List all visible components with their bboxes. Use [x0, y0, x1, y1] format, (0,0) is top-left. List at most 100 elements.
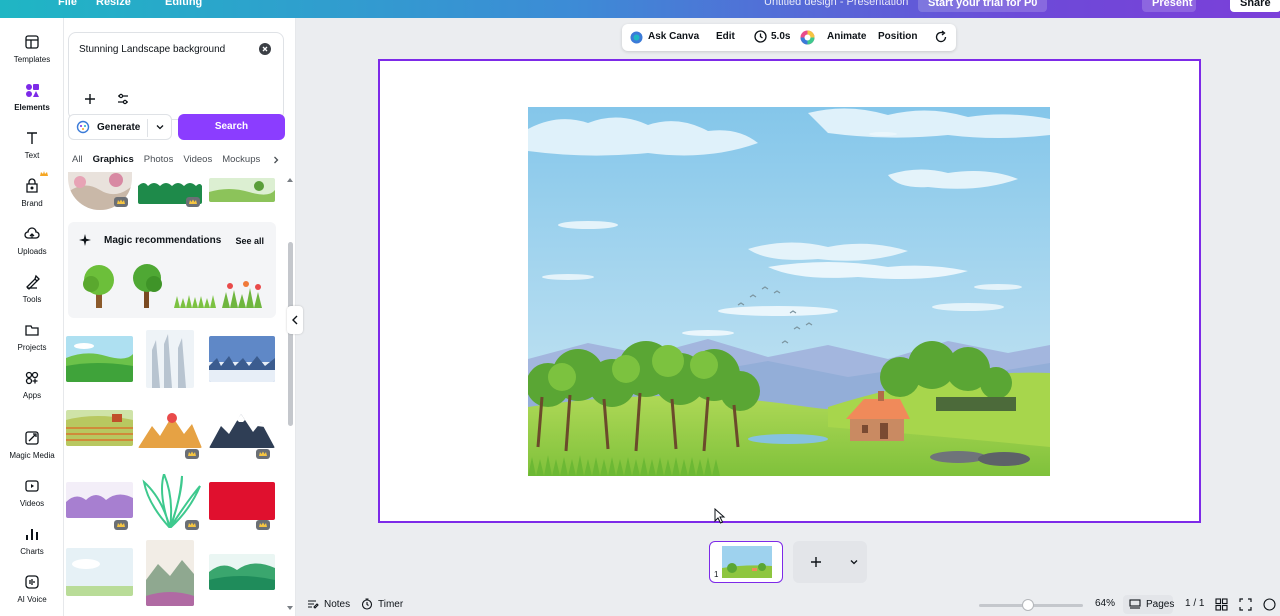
zoom-slider-handle[interactable] — [1022, 599, 1034, 611]
text-icon — [27, 132, 37, 144]
chevron-right-icon[interactable] — [271, 155, 281, 165]
tab-mockups[interactable]: Mockups — [222, 154, 260, 168]
graphic-result[interactable] — [209, 336, 275, 382]
grid-view-icon[interactable] — [1215, 598, 1228, 611]
zoom-level[interactable]: 64% — [1095, 598, 1115, 609]
chevron-down-icon[interactable] — [155, 122, 165, 132]
share-button[interactable]: Share — [1230, 0, 1280, 12]
resize-button[interactable]: Resize — [96, 0, 131, 8]
edit-button[interactable]: Edit — [716, 31, 735, 42]
rail-item-projects[interactable]: Projects — [0, 318, 64, 362]
elements-panel: Stunning Landscape background Generate S… — [64, 18, 296, 616]
graphic-result[interactable] — [209, 482, 275, 520]
color-wheel-icon[interactable] — [800, 30, 815, 45]
pages-toggle[interactable]: Pages — [1129, 598, 1174, 610]
filter-icon[interactable] — [116, 92, 130, 106]
rail-label: Elements — [14, 103, 50, 112]
add-page-button[interactable] — [793, 541, 867, 583]
rail-label: AI Voice — [17, 595, 47, 604]
generate-label: Generate — [97, 121, 141, 133]
tree-graphic[interactable] — [78, 262, 120, 310]
rail-item-templates[interactable]: Templates — [0, 30, 64, 74]
rail-item-apps[interactable]: Apps — [0, 366, 64, 410]
page-thumbnail[interactable]: 1 — [709, 541, 783, 583]
premium-crown-badge — [186, 197, 200, 207]
tab-videos[interactable]: Videos — [183, 154, 212, 168]
rail-label: Apps — [22, 391, 42, 400]
rail-item-text[interactable]: Text — [0, 126, 64, 170]
graphic-result[interactable] — [66, 482, 133, 518]
rail-item-ai-voice[interactable]: AI Voice — [0, 570, 64, 614]
position-button[interactable]: Position — [878, 31, 917, 42]
fullscreen-icon[interactable] — [1239, 598, 1252, 611]
search-button[interactable]: Search — [178, 114, 285, 140]
add-icon[interactable] — [83, 92, 97, 106]
notes-icon — [308, 600, 319, 609]
rail-label: Brand — [21, 199, 43, 208]
refresh-comment-icon[interactable] — [934, 30, 948, 44]
graphic-result[interactable] — [146, 540, 194, 606]
graphic-result[interactable] — [66, 336, 133, 382]
tab-graphics[interactable]: Graphics — [93, 154, 134, 168]
rail-label: Uploads — [17, 247, 47, 256]
document-title[interactable]: Untitled design - Presentation — [764, 0, 908, 8]
duration-button[interactable]: 5.0s — [771, 31, 790, 42]
graphic-result[interactable] — [209, 554, 275, 590]
rail-item-brand[interactable]: Brand — [0, 171, 64, 218]
scroll-down-arrow-icon[interactable] — [286, 604, 294, 612]
tree-graphic[interactable] — [126, 262, 168, 310]
page-count: 1 / 1 — [1185, 598, 1205, 609]
side-rail: Templates Elements Text Brand Uploads To… — [0, 18, 64, 616]
landscape-background-image[interactable] — [528, 107, 1050, 476]
graphic-result[interactable] — [209, 410, 275, 448]
elements-icon — [26, 84, 39, 97]
see-all-link[interactable]: See all — [235, 236, 264, 246]
graphic-result[interactable] — [209, 178, 275, 202]
collapse-panel-button[interactable] — [287, 306, 303, 334]
rail-label: Text — [24, 151, 40, 160]
clear-search-button[interactable] — [259, 43, 271, 55]
rail-label: Charts — [20, 547, 44, 556]
notes-label: Notes — [324, 598, 351, 610]
rail-item-uploads[interactable]: Uploads — [0, 222, 64, 266]
search-input[interactable]: Stunning Landscape background — [79, 44, 225, 55]
grass-graphic[interactable] — [174, 292, 216, 308]
rail-item-magic-media[interactable]: Magic Media — [0, 426, 64, 470]
help-icon[interactable] — [1263, 598, 1276, 611]
start-trial-button[interactable]: Start your trial for P0 — [918, 0, 1048, 12]
ask-canva-button[interactable]: Ask Canva — [648, 31, 699, 42]
premium-crown-badge — [114, 520, 128, 530]
rail-label: Videos — [19, 499, 45, 508]
graphic-result[interactable] — [66, 410, 133, 446]
generate-button[interactable]: Generate — [68, 114, 172, 140]
apps-icon — [25, 371, 39, 385]
panel-scrollbar[interactable] — [288, 242, 293, 426]
flower-grass-graphic[interactable] — [220, 280, 266, 308]
editor-footer: Notes Timer 64% Pages 1 / 1 — [297, 593, 1280, 616]
rail-item-elements[interactable]: Elements — [0, 78, 64, 122]
graphic-result[interactable] — [146, 330, 194, 388]
plus-icon — [811, 557, 821, 567]
search-box[interactable]: Stunning Landscape background — [68, 32, 284, 120]
timer-button[interactable]: Timer — [361, 598, 403, 610]
tab-photos[interactable]: Photos — [144, 154, 174, 168]
file-menu[interactable]: File — [58, 0, 77, 8]
graphic-result[interactable] — [138, 410, 202, 448]
rail-item-charts[interactable]: Charts — [0, 522, 64, 566]
notes-button[interactable]: Notes — [307, 598, 350, 610]
chevron-down-icon[interactable] — [849, 557, 859, 567]
scroll-up-arrow-icon[interactable] — [286, 176, 294, 184]
charts-icon — [26, 529, 38, 540]
rail-label: Magic Media — [9, 451, 55, 460]
animate-button[interactable]: Animate — [827, 31, 866, 42]
tab-all[interactable]: All — [72, 154, 83, 168]
templates-icon — [25, 35, 39, 49]
rail-item-tools[interactable]: Tools — [0, 270, 64, 314]
premium-crown-badge — [185, 520, 199, 530]
element-context-toolbar: Ask Canva Edit 5.0s Animate Position — [622, 24, 956, 51]
premium-crown-badge — [185, 449, 199, 459]
present-button[interactable]: Present — [1142, 0, 1196, 12]
graphic-result[interactable] — [66, 548, 133, 596]
editing-mode-button[interactable]: Editing — [165, 0, 202, 8]
rail-item-videos[interactable]: Videos — [0, 474, 64, 518]
